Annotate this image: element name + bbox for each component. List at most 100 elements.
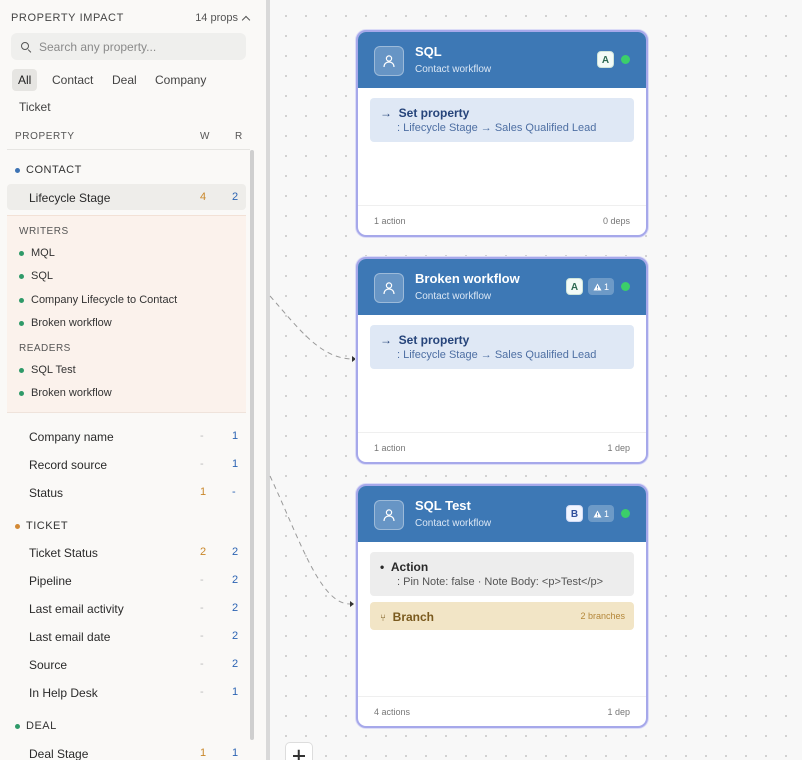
group-contact: CONTACT: [15, 164, 82, 176]
property-count[interactable]: 14 props: [195, 12, 251, 24]
add-node-button[interactable]: [285, 742, 313, 760]
action-branch[interactable]: ⑂ Branch 2 branches: [370, 602, 634, 630]
property-row[interactable]: Last email activity - 2: [7, 595, 246, 621]
deal-dot-icon: [15, 723, 20, 729]
property-row[interactable]: Status 1 -: [7, 479, 246, 505]
search-input[interactable]: [39, 39, 229, 54]
active-dot-icon: [19, 250, 24, 256]
action-label-text: Action: [390, 560, 429, 574]
property-name: In Help Desk: [29, 686, 98, 700]
tab-contact[interactable]: Contact: [46, 69, 99, 91]
ticket-dot-icon: [15, 523, 20, 529]
warning-badge[interactable]: 1: [587, 505, 614, 522]
action-label-text: Set property: [398, 333, 470, 347]
tab-ticket[interactable]: Ticket: [13, 96, 57, 118]
tab-all[interactable]: All: [12, 69, 38, 91]
writer-item[interactable]: Broken workflow: [19, 317, 112, 329]
property-details-panel: WRITERS MQL SQL Company Lifecycle to Con…: [7, 215, 246, 413]
action-create-note[interactable]: • Action : Pin Note: false · Note Body: …: [370, 552, 634, 596]
node-title: Broken workflow: [415, 271, 520, 286]
divider: [7, 149, 250, 150]
property-row[interactable]: Pipeline - 2: [7, 567, 246, 593]
reader-item[interactable]: SQL Test: [19, 364, 76, 376]
tier-badge: B: [565, 505, 583, 522]
reader-name: SQL Test: [31, 364, 76, 376]
property-name: Last email activity: [29, 602, 124, 616]
warning-icon: [593, 510, 602, 517]
action-set-property[interactable]: → Set property : Lifecycle Stage → Sales…: [370, 98, 634, 142]
action-label: → Set property: [380, 333, 470, 347]
property-name: Company name: [29, 430, 114, 444]
action-count: 4 actions: [374, 707, 411, 717]
reader-count: 1: [232, 686, 239, 698]
node-header[interactable]: SQL Test Contact workflow B 1: [358, 486, 646, 542]
writer-count: 1: [200, 747, 207, 759]
contact-icon: [374, 500, 404, 530]
property-name: Source: [29, 658, 68, 672]
tab-deal[interactable]: Deal: [106, 69, 143, 91]
action-label: • Action: [380, 560, 429, 574]
reader-count: 2: [232, 630, 239, 642]
writers-heading: WRITERS: [19, 226, 69, 237]
action-set-property[interactable]: → Set property : Lifecycle Stage → Sales…: [370, 325, 634, 369]
writer-item[interactable]: SQL: [19, 270, 53, 282]
property-count-label: 14 props: [195, 12, 238, 24]
action-label: → Set property: [380, 106, 470, 120]
group-ticket-label: TICKET: [26, 520, 69, 532]
property-row[interactable]: Ticket Status 2 2: [7, 539, 246, 565]
writer-count: -: [200, 458, 204, 470]
reader-item[interactable]: Broken workflow: [19, 387, 112, 399]
property-row[interactable]: Source - 2: [7, 651, 246, 677]
node-body: → Set property : Lifecycle Stage → Sales…: [358, 88, 646, 142]
writer-count: 2: [200, 546, 207, 558]
property-row[interactable]: Company name - 1: [7, 423, 246, 449]
writer-item[interactable]: Company Lifecycle to Contact: [19, 294, 177, 306]
node-footer: 4 actions 1 dep: [358, 696, 646, 726]
reader-count: 2: [232, 658, 239, 670]
writer-item[interactable]: MQL: [19, 247, 55, 259]
property-name: Last email date: [29, 630, 111, 644]
property-impact-sidebar: PROPERTY IMPACT 14 props All Contact Dea…: [0, 0, 266, 760]
node-header[interactable]: SQL Contact workflow A: [358, 32, 646, 88]
node-subtitle: Contact workflow: [415, 64, 492, 75]
reader-count: 2: [232, 574, 239, 586]
action-detail: : Lifecycle Stage → Sales Qualified Lead: [397, 349, 597, 361]
action-label-text: Set property: [398, 106, 470, 120]
status-dot-icon: [621, 55, 630, 64]
property-row[interactable]: In Help Desk - 1: [7, 679, 246, 705]
writer-name: SQL: [31, 270, 54, 282]
active-dot-icon: [19, 320, 24, 326]
branch-label: ⑂ Branch: [380, 610, 434, 624]
active-dot-icon: [19, 367, 24, 373]
workflow-node-sql[interactable]: SQL Contact workflow A → Set property : …: [356, 30, 648, 237]
contact-icon: [374, 46, 404, 76]
property-row[interactable]: Last email date - 2: [7, 623, 246, 649]
node-header[interactable]: Broken workflow Contact workflow A 1: [358, 259, 646, 315]
workflow-node-sql-test[interactable]: SQL Test Contact workflow B 1 • Action :…: [356, 484, 648, 728]
property-search[interactable]: [11, 33, 246, 60]
property-row-lifecycle-stage[interactable]: Lifecycle Stage 4 2: [7, 184, 246, 210]
sidebar-title: PROPERTY IMPACT: [11, 12, 124, 24]
tier-badge: A: [597, 51, 614, 68]
property-row[interactable]: Record source - 1: [7, 451, 246, 477]
sidebar-header[interactable]: PROPERTY IMPACT 14 props: [11, 11, 251, 25]
action-detail: : Pin Note: false · Note Body: <p>Test</…: [397, 576, 604, 588]
node-badges: A 1: [565, 278, 630, 295]
node-footer: 1 action 1 dep: [358, 432, 646, 462]
reader-count: 1: [232, 747, 239, 759]
sidebar-scrollbar[interactable]: [250, 150, 254, 740]
chevron-up-icon[interactable]: [241, 15, 251, 24]
property-row[interactable]: Deal Stage 1 1: [7, 740, 246, 760]
node-badges: B 1: [565, 505, 630, 522]
status-dot-icon: [621, 282, 630, 291]
tab-company[interactable]: Company: [149, 69, 212, 91]
property-name: Ticket Status: [29, 546, 98, 560]
writer-count: 1: [200, 486, 207, 498]
reader-count: -: [232, 486, 236, 498]
dependency-count: 1 dep: [607, 707, 630, 717]
workflow-node-broken-workflow[interactable]: Broken workflow Contact workflow A 1 → S…: [356, 257, 648, 464]
group-ticket: TICKET: [15, 520, 68, 532]
active-dot-icon: [19, 390, 24, 396]
group-contact-label: CONTACT: [26, 164, 82, 176]
warning-badge[interactable]: 1: [587, 278, 614, 295]
